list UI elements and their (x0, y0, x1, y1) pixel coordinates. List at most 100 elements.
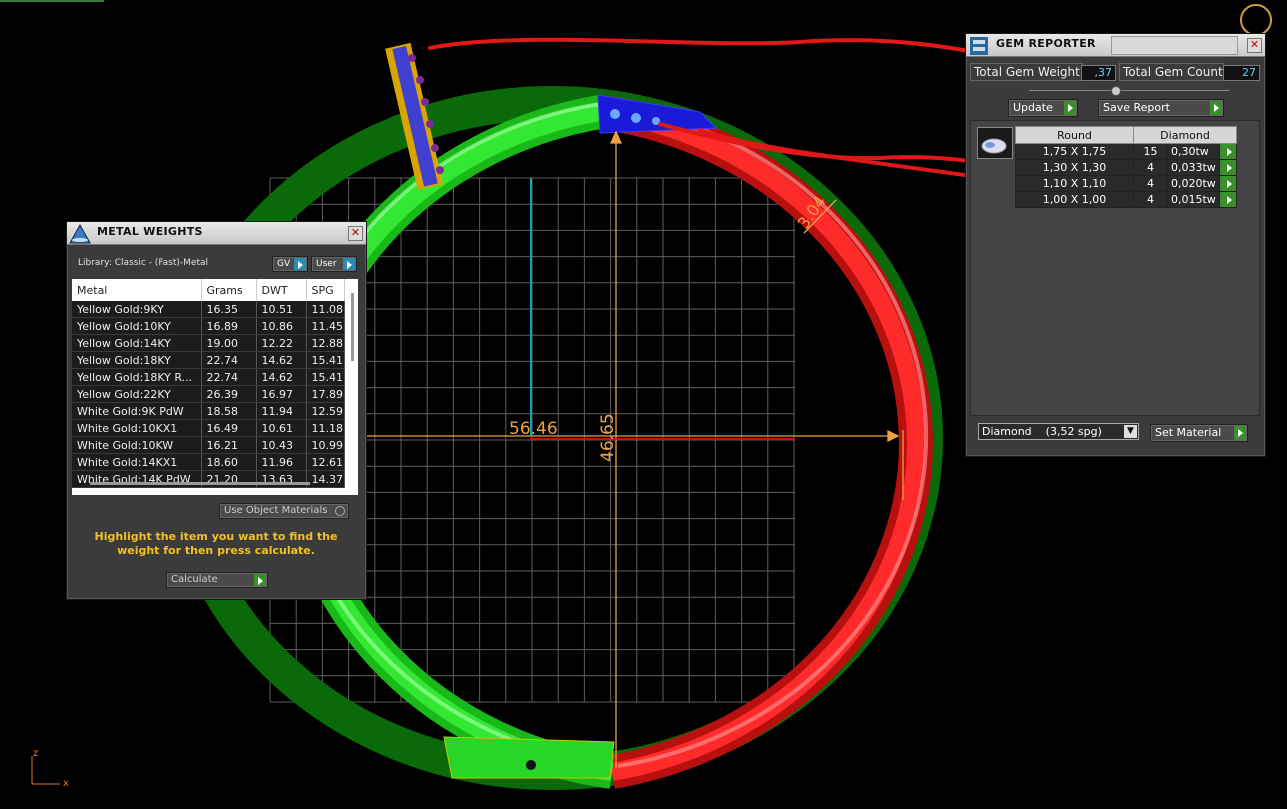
table-cell: 10.43 (256, 436, 307, 454)
metal-weights-icon (69, 224, 91, 244)
gem-cell: 0,020tw (1167, 175, 1220, 192)
round-gem-icon (981, 138, 1007, 154)
axis-indicator (31, 756, 60, 785)
gem-cell: 0,033tw (1167, 159, 1220, 176)
save-report-button[interactable]: Save Report (1098, 99, 1224, 117)
table-cell: Yellow Gold:18KY (72, 351, 202, 369)
use-object-materials-toggle[interactable]: Use Object Materials (219, 503, 349, 519)
table-row[interactable]: Yellow Gold:14KY 19.00 12.22 12.88 (72, 334, 345, 352)
table-row[interactable]: Yellow Gold:18KY 22.74 14.62 15.41 (72, 351, 345, 369)
table-cell: 12.22 (256, 334, 307, 352)
gv-label: GV (277, 259, 291, 269)
set-material-button[interactable]: Set Material (1150, 424, 1248, 442)
table-cell: 16.21 (201, 436, 257, 454)
table-cell: Yellow Gold:10KY (72, 317, 202, 335)
table-cell: Yellow Gold:18KY R... (72, 368, 202, 386)
col-metal[interactable]: Metal (72, 279, 202, 301)
metal-table-container[interactable]: Metal Grams DWT SPG Yellow Gold:9KY 16.35… (72, 279, 358, 495)
gem-cell: 4 (1133, 191, 1168, 208)
user-toggle[interactable]: User (311, 256, 357, 272)
gem-row[interactable]: 1,30 X 1,30 4 0,033tw (1015, 159, 1238, 176)
metal-table-hscrollbar[interactable] (90, 482, 310, 485)
table-cell: 19.00 (201, 334, 257, 352)
library-label: Library: Classic - (Fast)-Metal (78, 258, 209, 268)
table-row[interactable]: White Gold:14KX1 18.60 11.96 12.61 (72, 453, 345, 471)
table-cell: 10.61 (256, 419, 307, 437)
gv-toggle[interactable]: GV (272, 256, 308, 272)
table-cell: 22.74 (201, 351, 257, 369)
table-cell: 26.39 (201, 385, 257, 403)
total-gem-count-value: 27 (1223, 65, 1260, 81)
metal-table-vscrollbar[interactable] (351, 293, 354, 361)
gem-cell: 15 (1133, 143, 1168, 160)
table-row[interactable]: Yellow Gold:22KY 26.39 16.97 17.89 (72, 385, 345, 403)
table-cell: 11.94 (256, 402, 307, 420)
gem-row[interactable]: 1,75 X 1,75 15 0,30tw (1015, 143, 1238, 160)
slider-knob[interactable] (1111, 86, 1121, 96)
table-cell: 14.62 (256, 351, 307, 369)
gem-row-arrow-button[interactable] (1218, 191, 1238, 208)
table-cell: 16.35 (201, 301, 257, 318)
table-cell: 11.08 (306, 301, 345, 318)
col-dwt[interactable]: DWT (256, 279, 307, 301)
dim-horizontal-label: 56.46 (509, 419, 558, 439)
material-select-value: Diamond (3,52 spg) (982, 425, 1102, 438)
gem-reporter-title: GEM REPORTER (996, 37, 1096, 50)
close-icon[interactable]: ✕ (348, 226, 363, 241)
gem-row[interactable]: 1,10 X 1,10 4 0,020tw (1015, 175, 1238, 192)
gem-row-arrow-button[interactable] (1218, 175, 1238, 192)
view-cube-icon[interactable] (1240, 4, 1272, 36)
table-row[interactable]: White Gold:10KX1 16.49 10.61 11.18 (72, 419, 345, 437)
gem-reporter-titlebar[interactable]: GEM REPORTER ✕ (966, 34, 1265, 57)
table-cell: 10.99 (306, 436, 345, 454)
metal-table: Metal Grams DWT SPG Yellow Gold:9KY 16.35… (72, 279, 345, 488)
col-spg[interactable]: SPG (306, 279, 345, 301)
close-icon[interactable]: ✕ (1247, 38, 1262, 53)
table-cell: 12.59 (306, 402, 345, 420)
divider-slider[interactable] (1029, 86, 1229, 96)
total-gem-weight-value: ,37 (1081, 65, 1116, 81)
table-cell: 12.88 (306, 334, 345, 352)
table-row[interactable]: White Gold:10KW 16.21 10.43 10.99 (72, 436, 345, 454)
gem-cell: 0,30tw (1167, 143, 1220, 160)
col-grams[interactable]: Grams (201, 279, 257, 301)
update-label: Update (1013, 101, 1053, 114)
total-gem-count-label: Total Gem Count (1119, 63, 1224, 81)
gem-cell: 4 (1133, 175, 1168, 192)
gem-row-arrow-button[interactable] (1218, 159, 1238, 176)
table-row[interactable]: Yellow Gold:9KY 16.35 10.51 11.08 (72, 301, 345, 318)
material-select[interactable]: Diamond (3,52 spg) ▼ (978, 423, 1139, 440)
ring-red-half (597, 95, 933, 789)
metal-weights-titlebar[interactable]: METAL WEIGHTS ✕ (67, 222, 366, 245)
table-row[interactable]: Yellow Gold:18KY R... 22.74 14.62 15.41 (72, 368, 345, 386)
table-cell: White Gold:10KW (72, 436, 202, 454)
metal-weights-title: METAL WEIGHTS (97, 225, 203, 238)
table-cell: White Gold:9K PdW (72, 402, 202, 420)
gem-cell: 0,015tw (1167, 191, 1220, 208)
calculate-button[interactable]: Calculate (166, 572, 268, 588)
table-cell: 16.97 (256, 385, 307, 403)
table-cell: 15.41 (306, 351, 345, 369)
gem-row[interactable]: 1,00 X 1,00 4 0,015tw (1015, 191, 1238, 208)
set-material-label: Set Material (1155, 426, 1222, 439)
table-cell: 14.37 (306, 470, 345, 488)
title-drag-area[interactable] (1111, 36, 1238, 55)
axis-z-label: z (33, 748, 38, 759)
table-row[interactable]: White Gold:9K PdW 18.58 11.94 12.59 (72, 402, 345, 420)
table-cell: 16.89 (201, 317, 257, 335)
gem-table-area: Round Diamond 1,75 X 1,75 15 0,30tw 1,30 X … (970, 120, 1260, 416)
gem-row-arrow-button[interactable] (1218, 143, 1238, 160)
radio-icon (335, 506, 345, 516)
gem-table: Round Diamond 1,75 X 1,75 15 0,30tw 1,30 X … (1015, 126, 1238, 208)
metal-weights-hint: Highlight the item you want to find the … (94, 530, 338, 557)
table-cell: 14.62 (256, 368, 307, 386)
table-cell: 15.41 (306, 368, 345, 386)
gem-cell: 1,30 X 1,30 (1015, 159, 1134, 176)
chevron-down-icon[interactable]: ▼ (1124, 425, 1137, 438)
table-cell: Yellow Gold:22KY (72, 385, 202, 403)
table-row[interactable]: Yellow Gold:10KY 16.89 10.86 11.45 (72, 317, 345, 335)
gem-thumbnail (977, 127, 1013, 159)
gem-reporter-panel: GEM REPORTER ✕ Total Gem Weight ,37 Tota… (965, 33, 1266, 457)
update-button[interactable]: Update (1008, 99, 1078, 117)
table-cell: Yellow Gold:9KY (72, 301, 202, 318)
